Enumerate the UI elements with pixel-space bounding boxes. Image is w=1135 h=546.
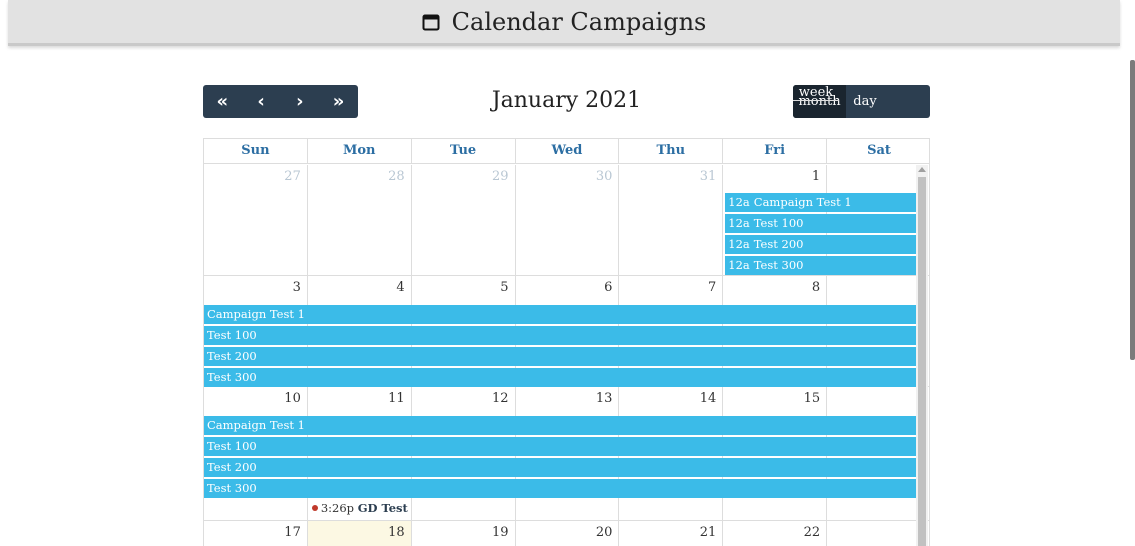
day-number[interactable]: 20 bbox=[596, 525, 613, 540]
week-row: 27 28 29 30 31 1 12a Campaign Test 1 12a Test 100… bbox=[204, 165, 929, 276]
day-cell[interactable]: 27 bbox=[204, 165, 308, 275]
month-grid: Sun Mon Tue Wed Thu Fri Sat 27 28 29 30 31 1 1… bbox=[203, 138, 930, 546]
day-number[interactable]: 8 bbox=[812, 280, 820, 295]
weekday-header: Sat bbox=[867, 143, 891, 158]
event-time: 3:26p bbox=[320, 501, 355, 515]
day-number[interactable]: 30 bbox=[596, 169, 613, 184]
day-cell[interactable]: 17 bbox=[204, 521, 308, 546]
calendar-event[interactable]: 12a Campaign Test 1 bbox=[725, 193, 916, 212]
day-number[interactable]: 5 bbox=[500, 280, 508, 295]
event-time: 12a bbox=[728, 258, 750, 272]
day-number[interactable]: 12 bbox=[492, 391, 509, 406]
calendar-icon bbox=[422, 14, 440, 30]
event-time: 12a bbox=[728, 195, 750, 209]
nav-button-group: « ‹ › » bbox=[203, 85, 358, 118]
day-cell[interactable] bbox=[827, 521, 929, 546]
calendar-dot-event[interactable]: 3:26p GD Test Ca bbox=[311, 500, 410, 517]
event-title: GD Test Ca bbox=[357, 501, 410, 515]
event-title: Test 200 bbox=[753, 237, 804, 251]
day-number[interactable]: 14 bbox=[700, 391, 717, 406]
event-time: 12a bbox=[728, 237, 750, 251]
calendar-event[interactable]: Test 200 bbox=[204, 458, 916, 477]
day-number[interactable]: 17 bbox=[284, 525, 301, 540]
event-title: Campaign Test 1 bbox=[207, 307, 305, 321]
view-button-group: month week day bbox=[793, 85, 930, 118]
day-number[interactable]: 27 bbox=[284, 169, 301, 184]
day-number[interactable]: 31 bbox=[700, 169, 717, 184]
day-number[interactable]: 4 bbox=[396, 280, 404, 295]
calendar-event[interactable]: Test 100 bbox=[204, 326, 916, 345]
weekday-header: Mon bbox=[308, 139, 412, 163]
day-number[interactable]: 15 bbox=[804, 391, 821, 406]
calendar-event[interactable]: Campaign Test 1 bbox=[204, 416, 916, 435]
event-title: Campaign Test 1 bbox=[753, 195, 852, 209]
weekday-header: Wed bbox=[516, 139, 620, 163]
day-number[interactable]: 19 bbox=[492, 525, 509, 540]
weekday-header: Tue bbox=[412, 139, 516, 163]
weekday-header: Fri bbox=[723, 139, 828, 163]
week-row: 3 4 5 6 7 8 Campaign Test 1 Test 100 Test 200 Tes… bbox=[204, 276, 929, 387]
weekday-header: Thu bbox=[619, 139, 724, 163]
calendar-event[interactable]: Campaign Test 1 bbox=[204, 305, 916, 324]
next-year-button[interactable]: » bbox=[319, 85, 358, 118]
prev-month-button[interactable]: ‹ bbox=[242, 85, 281, 118]
day-cell[interactable]: 20 bbox=[516, 521, 620, 546]
day-cell[interactable]: 18 bbox=[307, 521, 412, 546]
day-number[interactable]: 18 bbox=[388, 525, 405, 540]
calendar-event[interactable]: 12a Test 100 bbox=[725, 214, 916, 233]
day-number[interactable]: 1 bbox=[812, 169, 820, 184]
day-view-button[interactable]: day bbox=[846, 85, 884, 118]
calendar-event[interactable]: Test 300 bbox=[204, 368, 916, 387]
event-title: Test 200 bbox=[207, 349, 257, 363]
day-cell[interactable]: 28 bbox=[308, 165, 412, 275]
prev-year-button[interactable]: « bbox=[203, 85, 242, 118]
event-time: 12a bbox=[728, 216, 750, 230]
day-number[interactable]: 6 bbox=[604, 280, 612, 295]
event-title: Test 200 bbox=[207, 460, 257, 474]
day-cell[interactable]: 29 bbox=[412, 165, 516, 275]
event-title: Campaign Test 1 bbox=[207, 418, 305, 432]
day-number[interactable]: 7 bbox=[708, 280, 716, 295]
event-title: Test 300 bbox=[207, 481, 257, 495]
event-title: Test 100 bbox=[753, 216, 804, 230]
day-number[interactable]: 29 bbox=[492, 169, 509, 184]
weekday-header: Sun bbox=[204, 139, 308, 163]
week-row: 17 18 19 20 21 22 bbox=[204, 521, 929, 546]
event-title: Test 300 bbox=[207, 370, 257, 384]
day-number[interactable]: 22 bbox=[804, 525, 821, 540]
week-view-button[interactable]: week bbox=[793, 85, 839, 101]
calendar-scrollbar[interactable] bbox=[916, 165, 928, 546]
event-title: Test 100 bbox=[207, 328, 257, 342]
calendar-event[interactable]: Test 100 bbox=[204, 437, 916, 456]
page-scrollbar[interactable] bbox=[1130, 60, 1135, 360]
day-number[interactable]: 21 bbox=[700, 525, 717, 540]
calendar-event[interactable]: Test 300 bbox=[204, 479, 916, 498]
next-month-button[interactable]: › bbox=[281, 85, 320, 118]
calendar-toolbar: January 2021 « ‹ › » month week day bbox=[203, 85, 930, 119]
day-cell[interactable]: 30 bbox=[516, 165, 620, 275]
scroll-up-arrow-icon[interactable] bbox=[918, 167, 926, 172]
day-number[interactable]: 13 bbox=[596, 391, 613, 406]
event-dot-icon bbox=[311, 505, 318, 511]
day-cell[interactable]: 19 bbox=[412, 521, 516, 546]
day-number[interactable]: 3 bbox=[293, 280, 301, 295]
scrollbar-thumb[interactable] bbox=[918, 177, 926, 546]
calendar-event[interactable]: 12a Test 200 bbox=[725, 235, 916, 254]
day-cell[interactable]: 31 bbox=[619, 165, 724, 275]
calendar-event[interactable]: 12a Test 300 bbox=[725, 256, 916, 275]
day-number[interactable]: 11 bbox=[388, 391, 405, 406]
page-title: Calendar Campaigns bbox=[451, 7, 707, 36]
day-number[interactable]: 10 bbox=[284, 391, 301, 406]
day-number[interactable]: 28 bbox=[388, 169, 405, 184]
event-title: Test 100 bbox=[207, 439, 257, 453]
event-title: Test 300 bbox=[753, 258, 804, 272]
week-row: 10 11 12 13 14 15 Campaign Test 1 Test 100 Test … bbox=[204, 387, 929, 521]
day-cell[interactable]: 21 bbox=[619, 521, 724, 546]
page-header: Calendar Campaigns bbox=[8, 0, 1120, 46]
calendar-event[interactable]: Test 200 bbox=[204, 347, 916, 366]
day-cell[interactable]: 22 bbox=[723, 521, 828, 546]
weekday-header-row: Sun Mon Tue Wed Thu Fri Sat bbox=[204, 139, 929, 164]
